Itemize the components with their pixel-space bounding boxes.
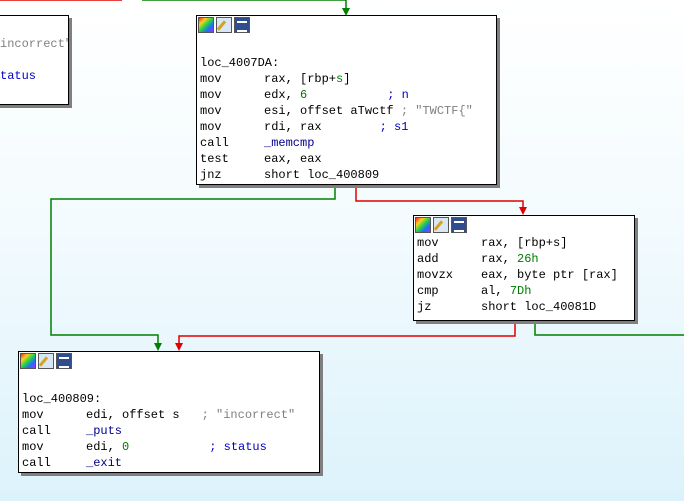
graph-node-loc-4007da[interactable]: loc_4007DA: mov rax, [rbp+s] mov edx, 6; n…: [196, 15, 497, 185]
graph-node-cmp-7dh[interactable]: mov rax, [rbp+s] add rax, 26h movzx eax, by…: [413, 215, 635, 321]
asm-line: mov edi, 0; status: [22, 440, 267, 454]
edge-false-to-mid: [355, 186, 524, 210]
edge-true-mid-right: [534, 320, 684, 336]
asm-line: add rax, 26h: [417, 252, 539, 266]
node-left-line-2: tatus: [0, 69, 37, 83]
node-header: [414, 216, 634, 235]
asm-line: call _memcmp: [200, 136, 315, 150]
node-header: [19, 352, 319, 371]
node-color-icon[interactable]: [198, 17, 214, 33]
asm-line: movzx eax, byte ptr [rax]: [417, 268, 618, 282]
asm-line: mov edx, 6; n: [200, 88, 409, 102]
asm-line: mov rdi, rax; s1: [200, 120, 409, 134]
rename-pencil-icon[interactable]: [38, 353, 54, 369]
node-label: loc_400809:: [22, 392, 102, 406]
asm-line: cmp al, 7Dh: [417, 284, 532, 298]
asm-line: jnz short loc_400809: [200, 168, 380, 182]
edge-into-top-node: [142, 0, 347, 12]
node-label: loc_4007DA:: [200, 56, 280, 70]
group-nodes-icon[interactable]: [451, 217, 467, 233]
asm-line: mov edi, offset s; "incorrect": [22, 408, 296, 422]
edge-true-to-bottom: [50, 186, 336, 346]
rename-pencil-icon[interactable]: [433, 217, 449, 233]
arrow-bottom-red: [175, 343, 183, 351]
asm-line: mov esi, offset aTwctf ; "TWCTF{": [200, 104, 473, 118]
graph-node-loc-400809[interactable]: loc_400809: mov edi, offset s; "incorrect…: [18, 351, 320, 473]
arrow-mid-red: [519, 207, 527, 215]
asm-line: test eax, eax: [200, 152, 322, 166]
node-header: [197, 16, 496, 35]
asm-line: mov rax, [rbp+s]: [417, 236, 568, 250]
node-left-line-1: incorrect": [0, 37, 73, 51]
arrow-bottom-green: [154, 343, 162, 351]
group-nodes-icon[interactable]: [234, 17, 250, 33]
asm-line: jz short loc_40081D: [417, 300, 597, 314]
group-nodes-icon[interactable]: [56, 353, 72, 369]
node-color-icon[interactable]: [20, 353, 36, 369]
asm-line: call _puts: [22, 424, 123, 438]
graph-node-left[interactable]: incorrect" tatus: [0, 15, 73, 105]
edge-false-mid-to-bottom: [178, 320, 516, 346]
asm-line: mov rax, [rbp+s]: [200, 72, 351, 86]
rename-pencil-icon[interactable]: [216, 17, 232, 33]
node-color-icon[interactable]: [415, 217, 431, 233]
asm-line: call _exit: [22, 456, 123, 470]
